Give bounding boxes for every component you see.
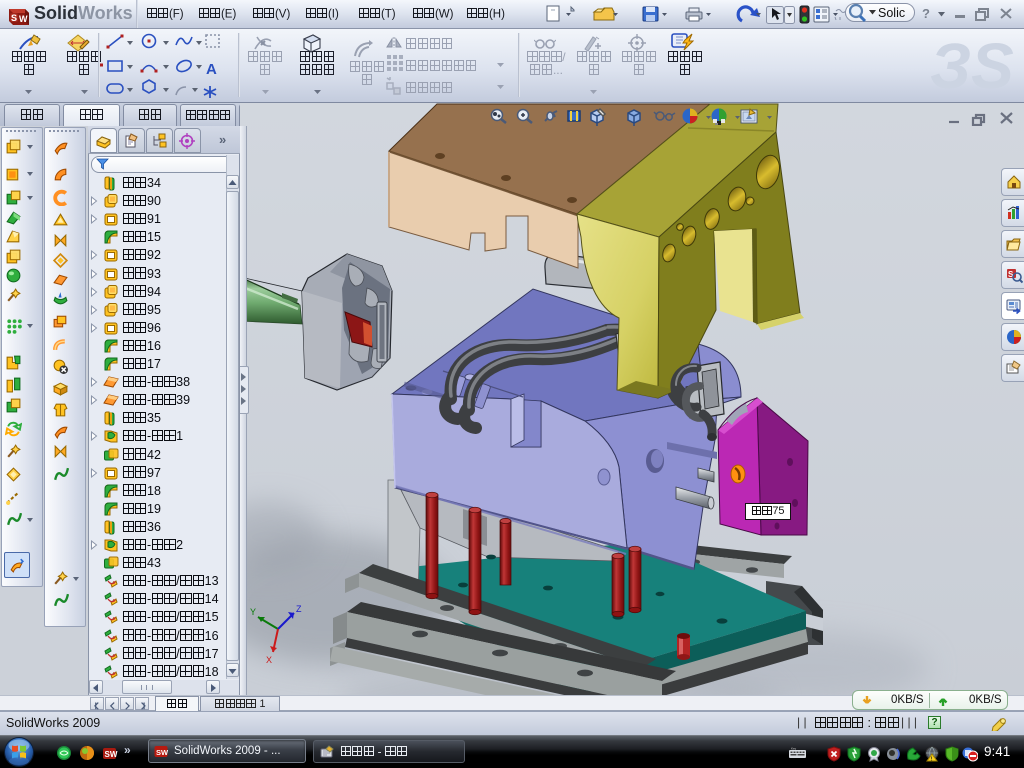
svg-text:Solic: Solic: [878, 6, 905, 20]
svg-text:?: ?: [922, 6, 930, 21]
svg-text:A: A: [206, 61, 217, 78]
svg-text:X: X: [266, 655, 272, 665]
svg-text:Key: Key: [791, 747, 797, 751]
svg-text:Y: Y: [250, 607, 256, 617]
svg-text:Z: Z: [296, 604, 302, 614]
svg-text:S: S: [11, 13, 17, 23]
svg-text:SW: SW: [156, 748, 169, 757]
svg-text:SW: SW: [105, 750, 118, 759]
svg-text:W: W: [19, 14, 28, 24]
svg-text:!: !: [931, 757, 933, 763]
